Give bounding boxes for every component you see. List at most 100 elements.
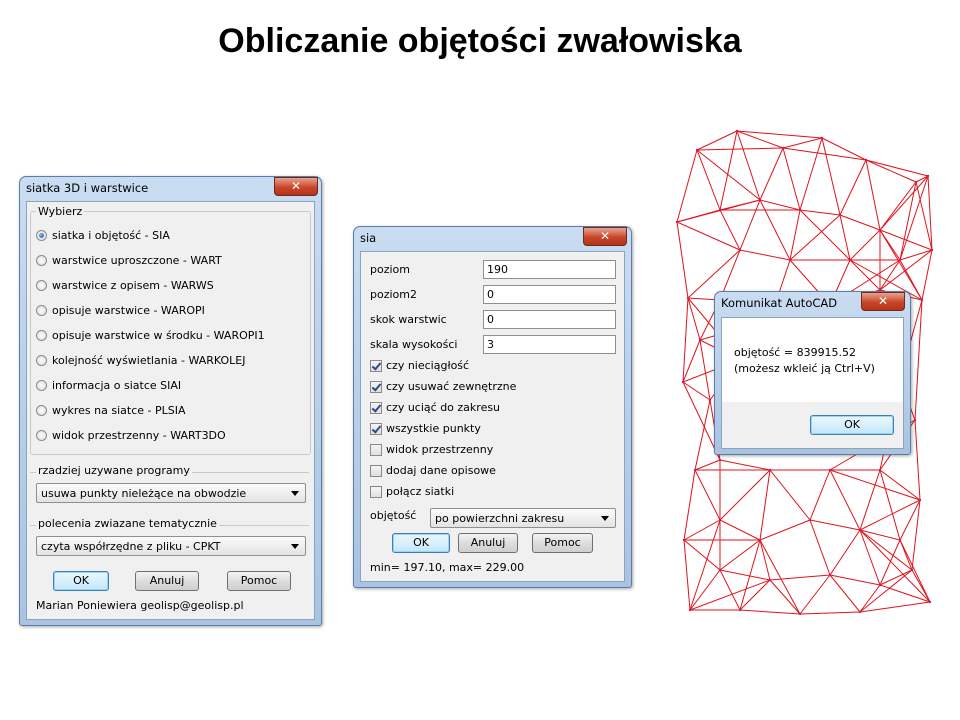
mesh-edge (911, 499, 921, 571)
mesh-edge (719, 569, 741, 611)
checkbox-option[interactable]: czy uciąć do zakresu (370, 400, 500, 415)
help-button[interactable]: Pomoc (532, 533, 593, 553)
combo-value: usuwa punkty nieleżące na obwodzie (41, 486, 247, 500)
mesh-edge (676, 221, 689, 299)
window-title: Komunikat AutoCAD (721, 296, 838, 310)
section-rarely-used: rzadziej uzywane programy (36, 464, 192, 477)
radio-option[interactable]: widok przestrzenny - WART3DO (36, 427, 226, 443)
field-label: skala wysokości (370, 338, 458, 351)
mesh-edge (759, 199, 791, 261)
radio-button[interactable] (36, 304, 47, 316)
radio-button[interactable] (36, 229, 47, 241)
close-button[interactable]: ✕ (861, 292, 905, 311)
mesh-edge (809, 519, 831, 576)
mesh-point (738, 248, 742, 252)
checkbox[interactable] (370, 380, 382, 393)
mesh-edge (782, 147, 801, 211)
section-related-commands: polecenia zwiazane tematycznie (36, 517, 219, 530)
checkbox-option[interactable]: wszystkie punkty (370, 421, 481, 436)
mesh-edge (914, 419, 921, 501)
author-footer: Marian Poniewiera geolisp@geolisp.pl (36, 599, 244, 612)
field-input[interactable]: 190 (483, 260, 616, 279)
mesh-edge (799, 137, 823, 211)
checkbox-label: widok przestrzenny (386, 443, 494, 456)
mesh-edge (694, 469, 721, 521)
radio-option[interactable]: kolejność wyświetlania - WARKOLEJ (36, 352, 246, 368)
copy-hint: (możesz wkleić ją Ctrl+V) (734, 362, 875, 375)
radio-button[interactable] (36, 254, 47, 266)
checkbox[interactable] (370, 485, 382, 498)
field-label: skok warstwic (370, 313, 447, 326)
mesh-edge (719, 519, 761, 541)
mesh-point (758, 538, 762, 542)
radio-option[interactable]: siatka i objętość - SIA (36, 227, 170, 243)
radio-button[interactable] (36, 379, 47, 391)
radio-option[interactable]: wykres na siatce - PLSIA (36, 402, 186, 418)
ok-button[interactable]: OK (392, 533, 450, 553)
radio-button[interactable] (36, 429, 47, 441)
mesh-edge (676, 149, 698, 223)
mesh-edge (899, 499, 921, 541)
volume-result: objętość = 839915.52 (734, 346, 857, 359)
checkbox-option[interactable]: dodaj dane opisowe (370, 463, 496, 478)
checkbox[interactable] (370, 359, 382, 372)
mesh-edge (739, 199, 761, 251)
field-label: poziom2 (370, 288, 417, 301)
rarely-used-programs-combo[interactable]: usuwa punkty nieleżące na obwodzie (36, 483, 306, 503)
radio-button[interactable] (36, 354, 47, 366)
checkbox-option[interactable]: widok przestrzenny (370, 442, 493, 457)
combo-value: czyta współrzędne z pliku - CPKT (41, 539, 221, 553)
mesh-point (688, 608, 692, 612)
cancel-button[interactable]: Anuluj (135, 571, 199, 591)
mesh-edge (865, 159, 881, 231)
mesh-point (858, 610, 862, 614)
mesh-edge (759, 539, 771, 581)
close-button[interactable]: ✕ (274, 177, 318, 196)
radio-button[interactable] (36, 404, 47, 416)
cancel-button[interactable]: Anuluj (458, 533, 518, 553)
radio-option[interactable]: opisuje warstwice - WAROPI (36, 302, 205, 318)
checkbox[interactable] (370, 443, 382, 456)
chevron-down-icon (601, 516, 609, 521)
mesh-point (913, 418, 917, 422)
checkbox-option[interactable]: połącz siatki (370, 484, 454, 499)
chevron-down-icon (291, 544, 299, 549)
volume-mode-combo[interactable]: po powierzchni zakresu (430, 508, 616, 528)
radio-option[interactable]: opisuje warstwice w środku - WAROPI1 (36, 327, 265, 343)
mesh-edge (699, 339, 711, 401)
radio-option[interactable]: warstwice uproszczone - WART (36, 252, 222, 268)
mesh-point (693, 468, 697, 472)
mesh-point (738, 608, 742, 612)
radio-button[interactable] (36, 329, 47, 341)
field-input[interactable]: 0 (483, 285, 616, 304)
field-label: poziom (370, 263, 410, 276)
help-button[interactable]: Pomoc (227, 571, 291, 591)
checkbox[interactable] (370, 401, 382, 414)
checkbox[interactable] (370, 422, 382, 435)
slide-title: Obliczanie objętości zwałowiska (218, 22, 742, 60)
checkbox-option[interactable]: czy usuwać zewnętrzne (370, 379, 516, 394)
close-icon: ✕ (290, 179, 302, 193)
field-input[interactable]: 0 (483, 310, 616, 329)
checkbox-option[interactable]: czy nieciągłość (370, 358, 469, 373)
mesh-point (838, 213, 842, 217)
radio-option[interactable]: warstwice z opisem - WARWS (36, 277, 214, 293)
ok-button[interactable]: OK (810, 415, 894, 435)
mesh-point (695, 148, 699, 152)
ok-button[interactable]: OK (53, 571, 109, 591)
mesh-point (910, 568, 914, 572)
mesh-edge (879, 229, 901, 261)
field-input[interactable]: 3 (483, 335, 616, 354)
group-title: Wybierz (36, 205, 85, 218)
radio-option[interactable]: informacja o siatce SIAI (36, 377, 181, 393)
mesh-point (914, 180, 918, 184)
checkbox[interactable] (370, 464, 382, 477)
window-title: siatka 3D i warstwice (26, 181, 149, 195)
mesh-edge (899, 539, 931, 603)
mesh-edge (759, 519, 811, 541)
mesh-point (718, 458, 722, 462)
related-commands-combo[interactable]: czyta współrzędne z pliku - CPKT (36, 536, 306, 556)
mesh-edge (914, 299, 923, 421)
radio-button[interactable] (36, 279, 47, 291)
close-button[interactable]: ✕ (583, 227, 627, 246)
